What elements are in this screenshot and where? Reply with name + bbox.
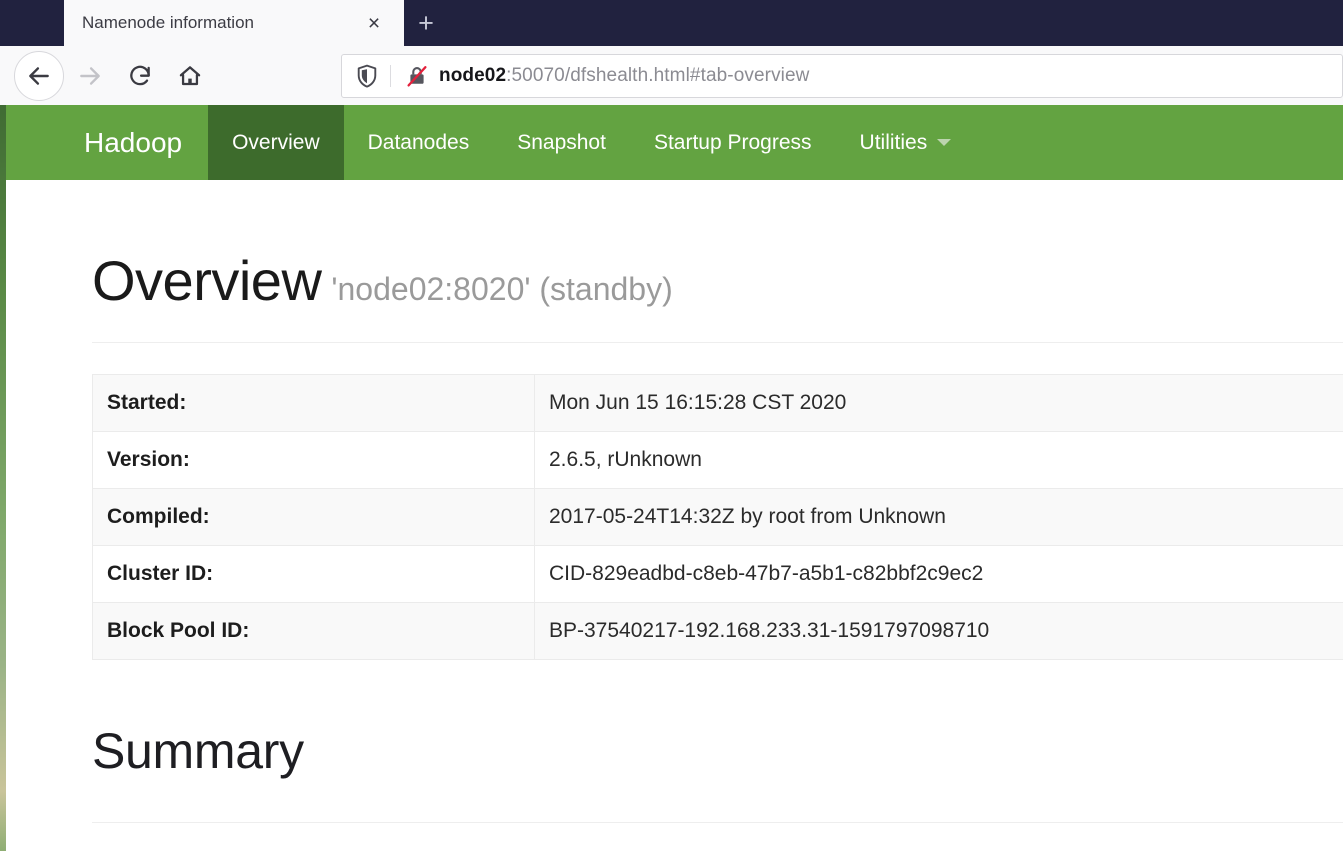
nav-tab-snapshot-label: Snapshot bbox=[517, 130, 606, 154]
overview-table-body: Started: Mon Jun 15 16:15:28 CST 2020 Ve… bbox=[92, 374, 1343, 660]
broken-lock-icon[interactable] bbox=[391, 64, 439, 88]
nav-tab-overview-label: Overview bbox=[232, 130, 320, 154]
table-cell-label: Cluster ID: bbox=[92, 545, 535, 603]
nav-tab-utilities[interactable]: Utilities bbox=[836, 105, 976, 180]
table-cell-value: 2.6.5, rUnknown bbox=[534, 431, 1343, 489]
table-row: Started: Mon Jun 15 16:15:28 CST 2020 bbox=[92, 374, 1343, 432]
page-title-subtitle: 'node02:8020' (standby) bbox=[331, 271, 673, 307]
browser-tab[interactable]: Namenode information × bbox=[64, 0, 404, 46]
table-row: Block Pool ID: BP-37540217-192.168.233.3… bbox=[92, 602, 1343, 660]
address-bar[interactable]: node02:50070/dfshealth.html#tab-overview bbox=[341, 54, 1343, 98]
web-page-viewport: Hadoop Overview Datanodes Snapshot Start… bbox=[6, 105, 1343, 851]
table-row: Compiled: 2017-05-24T14:32Z by root from… bbox=[92, 488, 1343, 546]
browser-chrome: Namenode information × + node02:50070/df… bbox=[0, 0, 1343, 105]
address-bar-path: :50070/dfshealth.html#tab-overview bbox=[506, 65, 810, 86]
browser-tab-title: Namenode information bbox=[82, 13, 254, 32]
nav-tab-datanodes-label: Datanodes bbox=[367, 130, 470, 154]
nav-tab-utilities-label: Utilities bbox=[859, 130, 928, 154]
overview-info-table: Started: Mon Jun 15 16:15:28 CST 2020 Ve… bbox=[92, 374, 1343, 660]
table-row: Cluster ID: CID-829eadbd-c8eb-47b7-a5b1-… bbox=[92, 545, 1343, 603]
browser-tab-strip: Namenode information × + bbox=[0, 0, 1343, 46]
table-cell-label: Compiled: bbox=[92, 488, 535, 546]
forward-arrow-icon bbox=[80, 66, 100, 85]
nav-tab-snapshot[interactable]: Snapshot bbox=[493, 105, 630, 180]
page-title: Overview'node02:8020' (standby) bbox=[92, 180, 1343, 313]
table-cell-value: 2017-05-24T14:32Z by root from Unknown bbox=[534, 488, 1343, 546]
hadoop-brand[interactable]: Hadoop bbox=[6, 105, 208, 180]
hadoop-navbar: Hadoop Overview Datanodes Snapshot Start… bbox=[6, 105, 1343, 180]
page-content: Overview'node02:8020' (standby) Started:… bbox=[6, 180, 1343, 823]
nav-tab-startup-progress-label: Startup Progress bbox=[653, 130, 812, 154]
table-cell-label: Block Pool ID: bbox=[92, 602, 535, 660]
nav-tab-overview[interactable]: Overview bbox=[208, 105, 344, 180]
table-cell-label: Started: bbox=[92, 374, 535, 432]
summary-title: Summary bbox=[92, 723, 304, 779]
table-row: Version: 2.6.5, rUnknown bbox=[92, 431, 1343, 489]
nav-tab-startup-progress[interactable]: Startup Progress bbox=[630, 105, 836, 180]
nav-tab-datanodes[interactable]: Datanodes bbox=[344, 105, 494, 180]
shield-icon[interactable] bbox=[342, 64, 390, 88]
table-cell-label: Version: bbox=[92, 431, 535, 489]
reload-icon bbox=[130, 65, 150, 85]
heading-divider bbox=[92, 342, 1343, 343]
table-cell-value: Mon Jun 15 16:15:28 CST 2020 bbox=[534, 374, 1343, 432]
home-button[interactable] bbox=[170, 56, 210, 96]
reload-button[interactable] bbox=[120, 56, 160, 96]
close-icon[interactable]: × bbox=[360, 9, 388, 37]
back-button[interactable] bbox=[14, 50, 64, 101]
summary-divider bbox=[92, 822, 1343, 823]
shield-glyph-icon bbox=[357, 64, 377, 88]
broken-lock-glyph-icon bbox=[407, 66, 427, 87]
home-icon bbox=[179, 65, 201, 85]
new-tab-icon[interactable]: + bbox=[404, 4, 448, 42]
page-title-main: Overview bbox=[92, 249, 322, 312]
forward-button bbox=[70, 56, 110, 96]
address-bar-url[interactable]: node02:50070/dfshealth.html#tab-overview bbox=[439, 65, 809, 87]
table-cell-value: BP-37540217-192.168.233.31-1591797098710 bbox=[534, 602, 1343, 660]
table-cell-value: CID-829eadbd-c8eb-47b7-a5b1-c82bbf2c9ec2 bbox=[534, 545, 1343, 603]
chevron-down-icon bbox=[937, 139, 952, 146]
back-arrow-icon bbox=[29, 66, 49, 85]
address-bar-host: node02 bbox=[439, 65, 507, 86]
